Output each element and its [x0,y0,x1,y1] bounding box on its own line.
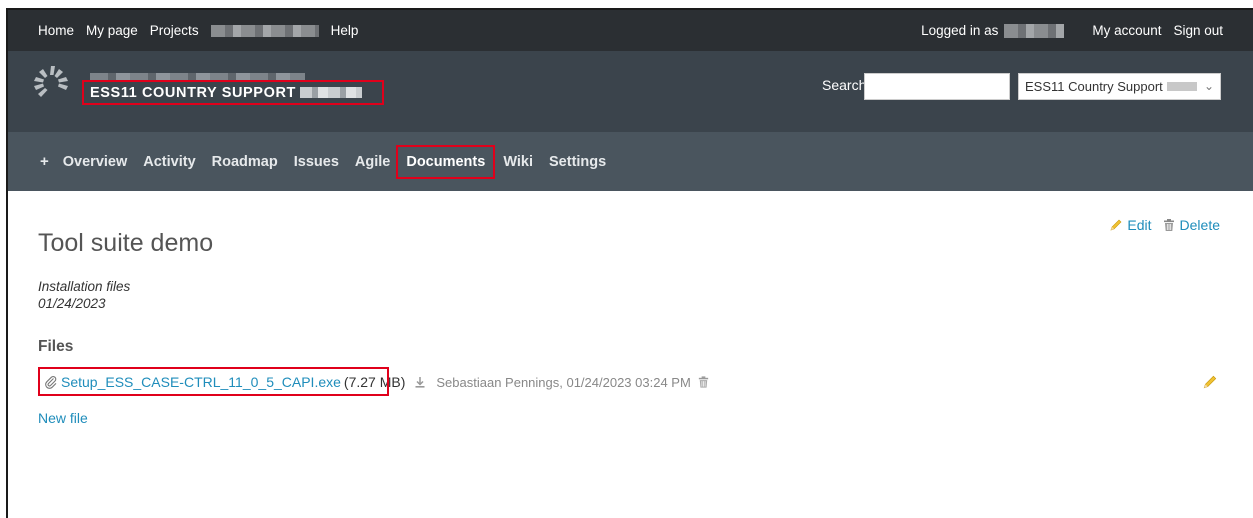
tab-wiki[interactable]: Wiki [503,154,533,170]
document-category: Installation files [38,279,131,294]
redacted-title-suffix [300,87,362,98]
new-file-link[interactable]: New file [38,410,88,426]
active-tab-highlight: Documents [396,144,496,179]
tab-roadmap[interactable]: Roadmap [212,154,278,170]
search-input[interactable] [864,73,1010,100]
tab-issues[interactable]: Issues [294,154,339,170]
search-label: Search: [822,77,871,93]
project-header: ESS11 COUNTRY SUPPORT Search: ESS11 Coun… [8,51,1253,132]
download-icon[interactable] [413,375,427,389]
document-description: Installation files 01/24/2023 [38,278,130,312]
project-title[interactable]: ESS11 COUNTRY SUPPORT [90,85,296,101]
top-menu-projects[interactable]: Projects [150,23,199,38]
trash-icon [1163,219,1174,231]
tab-settings[interactable]: Settings [549,154,606,170]
top-menu-help[interactable]: Help [331,23,359,38]
new-object-plus-button[interactable]: + [40,153,49,170]
redmine-logo-icon [34,66,68,97]
chevron-down-icon: ⌄ [1203,79,1214,93]
main-menu: + Overview Activity Roadmap Issues Agile… [8,132,1253,191]
edit-attachment-pencil-icon[interactable] [1202,374,1218,390]
files-heading: Files [38,338,74,355]
attachment-author-date: Sebastiaan Pennings, 01/24/2023 03:24 PM [436,374,691,390]
delete-document-link[interactable]: Delete [1162,217,1220,233]
tab-activity[interactable]: Activity [143,154,195,170]
project-select-value: ESS11 Country Support [1025,79,1163,94]
attachment-row: Setup_ESS_CASE-CTRL_11_0_5_CAPI.exe (7.2… [38,367,1218,396]
top-menu-home[interactable]: Home [38,23,74,38]
tab-documents[interactable]: Documents [406,154,485,170]
attachment-highlight [38,367,389,396]
logged-in-label: Logged in as [921,23,999,38]
app-frame: Home My page Projects Help Logged in as … [6,8,1253,518]
redacted-menu-item[interactable] [210,24,319,37]
redacted-username[interactable] [1004,23,1065,38]
tab-agile[interactable]: Agile [355,154,390,170]
delete-label: Delete [1179,217,1220,233]
redacted-select-suffix [1166,82,1197,91]
project-title-highlight: ESS11 COUNTRY SUPPORT [82,80,384,105]
edit-document-link[interactable]: Edit [1109,217,1152,233]
document-title: Tool suite demo [38,229,214,257]
top-menu-my-page[interactable]: My page [86,23,138,38]
delete-attachment-trash-icon[interactable] [697,375,710,389]
tab-overview[interactable]: Overview [63,154,128,170]
edit-label: Edit [1127,217,1152,233]
document-date: 01/24/2023 [38,296,106,311]
document-actions: Edit Delete [1109,217,1220,233]
top-menu: Home My page Projects Help Logged in as … [8,10,1253,51]
pencil-icon [1110,219,1122,231]
sign-out-link[interactable]: Sign out [1173,23,1223,38]
my-account-link[interactable]: My account [1092,23,1161,38]
project-jump-select[interactable]: ESS11 Country Support ⌄ [1018,73,1221,100]
